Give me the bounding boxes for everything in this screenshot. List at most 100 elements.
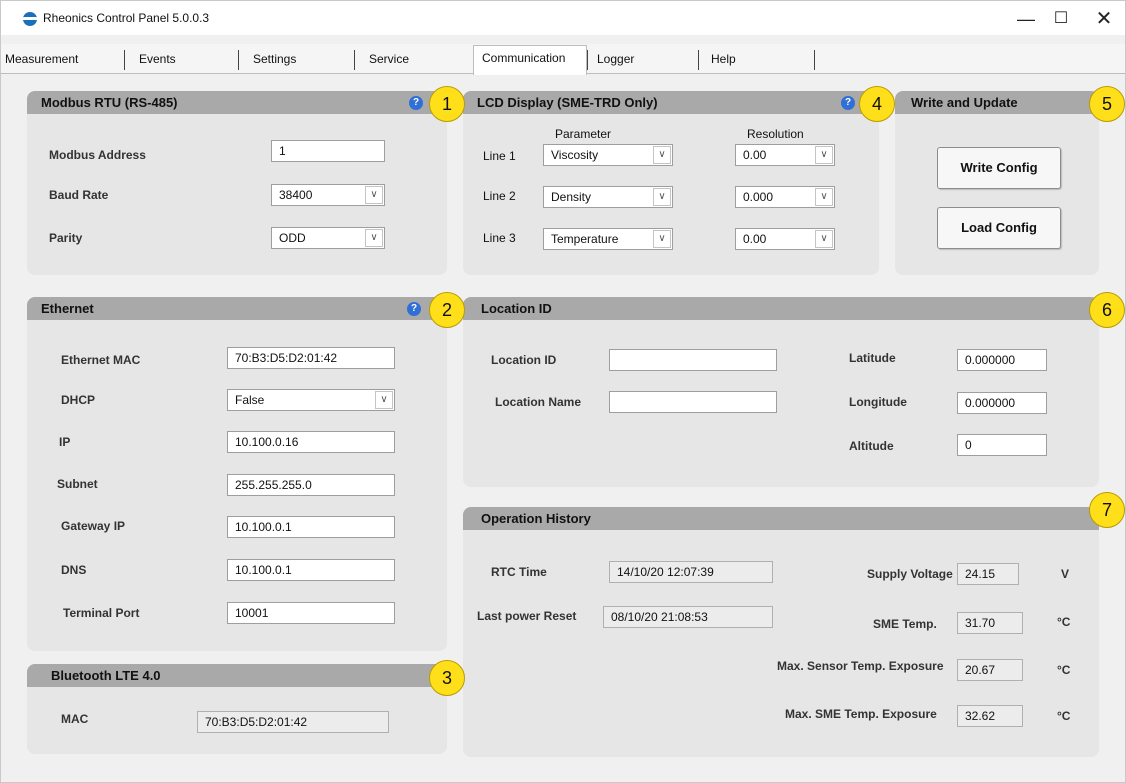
tab-help[interactable]: Help (707, 48, 815, 74)
location-name-label: Location Name (495, 395, 582, 409)
tab-label: Measurement (5, 52, 79, 66)
tab-communication[interactable]: Communication (473, 45, 587, 75)
line-3-label: Line 3 (483, 231, 516, 245)
max-sme-temp-exposure-label: Max. SME Temp. Exposure (785, 707, 937, 721)
tab-measurement[interactable]: Measurement (1, 48, 125, 74)
location-id-label: Location ID (491, 353, 557, 367)
max-sme-temp-exposure-value: 32.62 (957, 705, 1023, 727)
line-2-parameter-select[interactable]: Density ∨ (543, 186, 673, 208)
panel-title: Bluetooth LTE 4.0 (51, 668, 161, 683)
lcd-display-panel: LCD Display (SME-TRD Only) ? Parameter R… (463, 91, 879, 275)
dns-input[interactable]: 10.100.0.1 (227, 559, 395, 581)
tab-service[interactable]: Service (365, 48, 465, 74)
gateway-ip-label: Gateway IP (61, 519, 126, 533)
dhcp-value: False (235, 393, 265, 407)
chevron-down-icon[interactable]: ∨ (653, 146, 671, 164)
chevron-down-icon[interactable]: ∨ (815, 188, 833, 206)
tab-label: Communication (482, 51, 566, 65)
load-config-button[interactable]: Load Config (937, 207, 1061, 249)
tab-settings[interactable]: Settings (249, 48, 355, 74)
rheonics-logo-icon (23, 12, 37, 26)
supply-voltage-value: 24.15 (957, 563, 1019, 585)
dns-label: DNS (61, 563, 87, 577)
tab-logger[interactable]: Logger (587, 48, 699, 74)
location-name-input[interactable] (609, 391, 777, 413)
longitude-input[interactable]: 0.000000 (957, 392, 1047, 414)
badge-3: 3 (429, 660, 465, 696)
bluetooth-panel: Bluetooth LTE 4.0 MAC 70:B3:D5:D2:01:42 (27, 664, 447, 754)
window-title: Rheonics Control Panel 5.0.0.3 (43, 11, 210, 25)
max-sensor-temp-exposure-value: 20.67 (957, 659, 1023, 681)
sme-temp-label: SME Temp. (873, 617, 937, 631)
panel-title: Modbus RTU (RS-485) (41, 95, 178, 110)
help-icon[interactable]: ? (409, 96, 423, 110)
line-1-label: Line 1 (483, 149, 516, 163)
badge-6: 6 (1089, 292, 1125, 328)
panel-title: Write and Update (911, 95, 1018, 110)
minimize-button[interactable]: — (1011, 7, 1041, 31)
baud-rate-select[interactable]: 38400 ∨ (271, 184, 385, 206)
chevron-down-icon[interactable]: ∨ (365, 186, 383, 204)
chevron-down-icon[interactable]: ∨ (365, 229, 383, 247)
terminal-port-input[interactable]: 10001 (227, 602, 395, 624)
panel-title: Location ID (481, 301, 552, 316)
line-2-label: Line 2 (483, 189, 516, 203)
line-1-resolution-select[interactable]: 0.00 ∨ (735, 144, 835, 166)
terminal-port-label: Terminal Port (63, 606, 140, 620)
line-2-resolution-value: 0.000 (743, 190, 774, 204)
altitude-label: Altitude (849, 439, 894, 453)
badge-2: 2 (429, 292, 465, 328)
chevron-down-icon[interactable]: ∨ (815, 146, 833, 164)
help-icon[interactable]: ? (407, 302, 421, 316)
panel-title: Operation History (481, 511, 591, 526)
help-icon[interactable]: ? (841, 96, 855, 110)
chevron-down-icon[interactable]: ∨ (653, 188, 671, 206)
line-2-resolution-select[interactable]: 0.000 ∨ (735, 186, 835, 208)
location-id-input[interactable] (609, 349, 777, 371)
dhcp-select[interactable]: False ∨ (227, 389, 395, 411)
line-2-parameter-value: Density (551, 190, 592, 204)
subnet-input[interactable]: 255.255.255.0 (227, 474, 395, 496)
title-bar: Rheonics Control Panel 5.0.0.3 — ☐ ✕ (1, 1, 1125, 35)
altitude-input[interactable]: 0 (957, 434, 1047, 456)
latitude-input[interactable]: 0.000000 (957, 349, 1047, 371)
panel-header (463, 297, 1099, 320)
chevron-down-icon[interactable]: ∨ (653, 230, 671, 248)
rtc-time-value: 14/10/20 12:07:39 (609, 561, 773, 583)
modbus-panel: Modbus RTU (RS-485) ? Modbus Address 1 B… (27, 91, 447, 275)
chevron-down-icon[interactable]: ∨ (375, 391, 393, 409)
tab-bar: Measurement Events Settings Service Comm… (1, 44, 1125, 75)
write-config-button[interactable]: Write Config (937, 147, 1061, 189)
close-button[interactable]: ✕ (1089, 7, 1119, 31)
dhcp-label: DHCP (61, 393, 96, 407)
supply-voltage-unit: V (1061, 567, 1070, 581)
tab-events[interactable]: Events (135, 48, 239, 74)
write-update-panel: Write and Update Write Config Load Confi… (895, 91, 1099, 275)
line-3-resolution-select[interactable]: 0.00 ∨ (735, 228, 835, 250)
tab-label: Settings (253, 52, 297, 66)
panel-title: Ethernet (41, 301, 94, 316)
baud-rate-label: Baud Rate (49, 188, 109, 202)
max-sme-temp-exposure-unit: °C (1057, 709, 1071, 723)
last-power-reset-label: Last power Reset (477, 609, 577, 623)
tab-label: Logger (597, 52, 635, 66)
line-3-parameter-select[interactable]: Temperature ∨ (543, 228, 673, 250)
ip-input[interactable]: 10.100.0.16 (227, 431, 395, 453)
max-sensor-temp-exposure-unit: °C (1057, 663, 1071, 677)
modbus-address-input[interactable]: 1 (271, 140, 385, 162)
line-1-parameter-select[interactable]: Viscosity ∨ (543, 144, 673, 166)
badge-4: 4 (859, 86, 895, 122)
gateway-ip-input[interactable]: 10.100.0.1 (227, 516, 395, 538)
operation-history-panel: Operation History RTC Time 14/10/20 12:0… (463, 507, 1099, 757)
line-3-resolution-value: 0.00 (743, 232, 767, 246)
baud-rate-value: 38400 (279, 188, 313, 202)
ethernet-mac-input[interactable]: 70:B3:D5:D2:01:42 (227, 347, 395, 369)
parameter-header: Parameter (555, 127, 612, 141)
maximize-button[interactable]: ☐ (1046, 7, 1076, 31)
chevron-down-icon[interactable]: ∨ (815, 230, 833, 248)
rtc-time-label: RTC Time (491, 565, 547, 579)
subnet-label: Subnet (57, 477, 98, 491)
badge-1: 1 (429, 86, 465, 122)
parity-select[interactable]: ODD ∨ (271, 227, 385, 249)
ethernet-panel: Ethernet ? Ethernet MAC 70:B3:D5:D2:01:4… (27, 297, 447, 651)
